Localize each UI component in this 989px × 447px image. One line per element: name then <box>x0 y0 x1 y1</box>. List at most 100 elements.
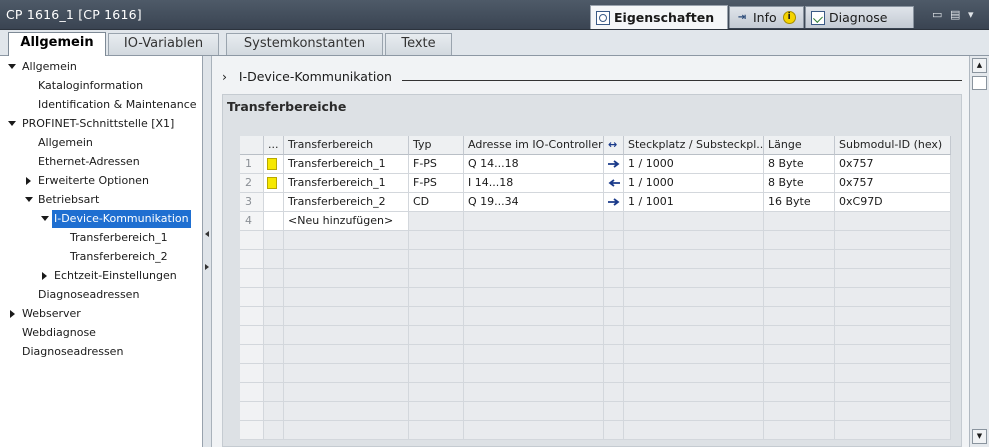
nav-item-transferbereich-1[interactable]: Transferbereich_1 <box>70 229 168 247</box>
col-header-typ[interactable]: Typ <box>409 136 464 155</box>
col-header-steckplatz[interactable]: Steckplatz / Substeckpl... <box>624 136 764 155</box>
col-header-laenge[interactable]: Länge <box>764 136 835 155</box>
scroll-down-button[interactable]: ▼ <box>972 429 987 444</box>
table-cell <box>604 174 624 193</box>
table-cell <box>464 402 604 421</box>
table-cell <box>264 421 284 440</box>
table-row[interactable]: 1 Transferbereich_1 F-PS Q 14...18 1 / 1000 8… <box>240 155 951 174</box>
table-cell <box>764 383 835 402</box>
table-row-empty[interactable] <box>240 345 951 364</box>
tab-diagnose[interactable]: Diagnose <box>805 6 914 28</box>
expand-right-icon[interactable] <box>42 272 47 280</box>
table-cell <box>409 421 464 440</box>
cell-typ <box>409 212 464 231</box>
expand-down-icon[interactable] <box>41 216 49 221</box>
nav-item-webdiagnose[interactable]: Webdiagnose <box>22 324 96 342</box>
cell-steckplatz: 1 / 1000 <box>624 174 764 193</box>
table-row-empty[interactable] <box>240 307 951 326</box>
nav-item-identification-maintenance[interactable]: Identification & Maintenance <box>38 96 197 114</box>
tab-info[interactable]: ⇥ Info i <box>729 6 804 28</box>
nav-item-diagnoseadressen[interactable]: Diagnoseadressen <box>38 286 139 304</box>
cell-typ: F-PS <box>409 155 464 174</box>
table-cell <box>464 345 604 364</box>
scroll-up-button[interactable]: ▲ <box>972 58 987 73</box>
expand-right-icon[interactable] <box>205 264 209 270</box>
table-row-empty[interactable] <box>240 364 951 383</box>
table-cell <box>240 402 264 421</box>
table-cell <box>264 231 284 250</box>
nav-item-webserver[interactable]: Webserver <box>22 305 81 323</box>
nav-item-diagnoseadressen-2[interactable]: Diagnoseadressen <box>22 343 123 361</box>
table-cell <box>464 383 604 402</box>
table-row-empty[interactable] <box>240 402 951 421</box>
col-header-transferbereich[interactable]: Transferbereich <box>284 136 409 155</box>
table-cell <box>764 307 835 326</box>
cell-transferbereich[interactable]: Transferbereich_1 <box>284 174 409 193</box>
table-cell <box>604 155 624 174</box>
subtab-texte[interactable]: Texte <box>385 33 452 55</box>
table-row-empty[interactable] <box>240 269 951 288</box>
expand-down-icon[interactable] <box>8 64 16 69</box>
table-cell <box>624 364 764 383</box>
table-row-empty[interactable] <box>240 326 951 345</box>
subtab-io-variablen[interactable]: IO-Variablen <box>108 33 219 55</box>
table-cell <box>409 307 464 326</box>
nav-item-betriebsart[interactable]: Betriebsart <box>38 191 99 209</box>
subtab-allgemein[interactable]: Allgemein <box>8 32 106 56</box>
nav-item-transferbereich-2[interactable]: Transferbereich_2 <box>70 248 168 266</box>
scroll-thumb[interactable] <box>972 76 987 90</box>
col-header-adresse[interactable]: Adresse im IO-Controller <box>464 136 604 155</box>
table-row-empty[interactable] <box>240 231 951 250</box>
pane-splitter[interactable] <box>203 56 212 447</box>
expand-right-icon[interactable] <box>10 310 15 318</box>
table-row-empty[interactable] <box>240 250 951 269</box>
subtab-systemkonstanten[interactable]: Systemkonstanten <box>226 33 383 55</box>
table-cell <box>624 421 764 440</box>
table-row[interactable]: 4 <Neu hinzufügen> <box>240 212 951 231</box>
nav-item-erweiterte-optionen[interactable]: Erweiterte Optionen <box>38 172 149 190</box>
window-dropdown-icon[interactable]: ▾ <box>968 8 974 21</box>
cell-adresse: Q 14...18 <box>464 155 604 174</box>
table-cell <box>464 421 604 440</box>
table-cell <box>604 364 624 383</box>
col-header-direction[interactable]: ↔ <box>604 136 624 155</box>
table-row[interactable]: 2 Transferbereich_1 F-PS I 14...18 1 / 1000 8… <box>240 174 951 193</box>
table-row-empty[interactable] <box>240 421 951 440</box>
table-row-empty[interactable] <box>240 288 951 307</box>
nav-item-ethernet-adressen[interactable]: Ethernet-Adressen <box>38 153 140 171</box>
table-row-empty[interactable] <box>240 383 951 402</box>
table-cell <box>264 250 284 269</box>
cell-laenge: 16 Byte <box>764 193 835 212</box>
table-cell <box>604 307 624 326</box>
expand-down-icon[interactable] <box>25 197 33 202</box>
window-menu-icon[interactable]: ▤ <box>950 8 960 21</box>
cell-transferbereich[interactable]: Transferbereich_1 <box>284 155 409 174</box>
cell-submodul-id <box>835 212 951 231</box>
table-header: ... Transferbereich Typ Adresse im IO-Co… <box>240 136 951 155</box>
expand-right-icon[interactable] <box>26 177 31 185</box>
table-cell <box>240 269 264 288</box>
cell-transferbereich[interactable]: Transferbereich_2 <box>284 193 409 212</box>
nav-item-echtzeit-einstellungen[interactable]: Echtzeit-Einstellungen <box>54 267 177 285</box>
table-cell <box>464 288 604 307</box>
table-cell <box>764 421 835 440</box>
col-header-submodul[interactable]: Submodul-ID (hex) <box>835 136 951 155</box>
vertical-scrollbar[interactable]: ▲ ▼ <box>969 56 989 447</box>
collapse-left-icon[interactable] <box>205 231 209 237</box>
table-row[interactable]: 3 Transferbereich_2 CD Q 19...34 1 / 1001 16 … <box>240 193 951 212</box>
restore-window-icon[interactable]: ▭ <box>932 8 942 21</box>
chevron-right-icon: › <box>222 69 227 84</box>
table-cell <box>409 250 464 269</box>
nav-item-i-device-kommunikation[interactable]: I-Device-Kommunikation <box>52 210 191 228</box>
nav-item-kataloginformation[interactable]: Kataloginformation <box>38 77 143 95</box>
table-cell <box>264 364 284 383</box>
table-cell <box>240 307 264 326</box>
tab-eigenschaften[interactable]: Eigenschaften <box>590 5 728 29</box>
table-cell <box>240 288 264 307</box>
col-header-more[interactable]: ... <box>264 136 284 155</box>
nav-item-allgemein-2[interactable]: Allgemein <box>38 134 93 152</box>
cell-transferbereich[interactable]: <Neu hinzufügen> <box>284 212 409 231</box>
nav-item-allgemein[interactable]: Allgemein <box>22 58 77 76</box>
nav-item-profinet-schnittstelle[interactable]: PROFINET-Schnittstelle [X1] <box>22 115 174 133</box>
expand-down-icon[interactable] <box>8 121 16 126</box>
